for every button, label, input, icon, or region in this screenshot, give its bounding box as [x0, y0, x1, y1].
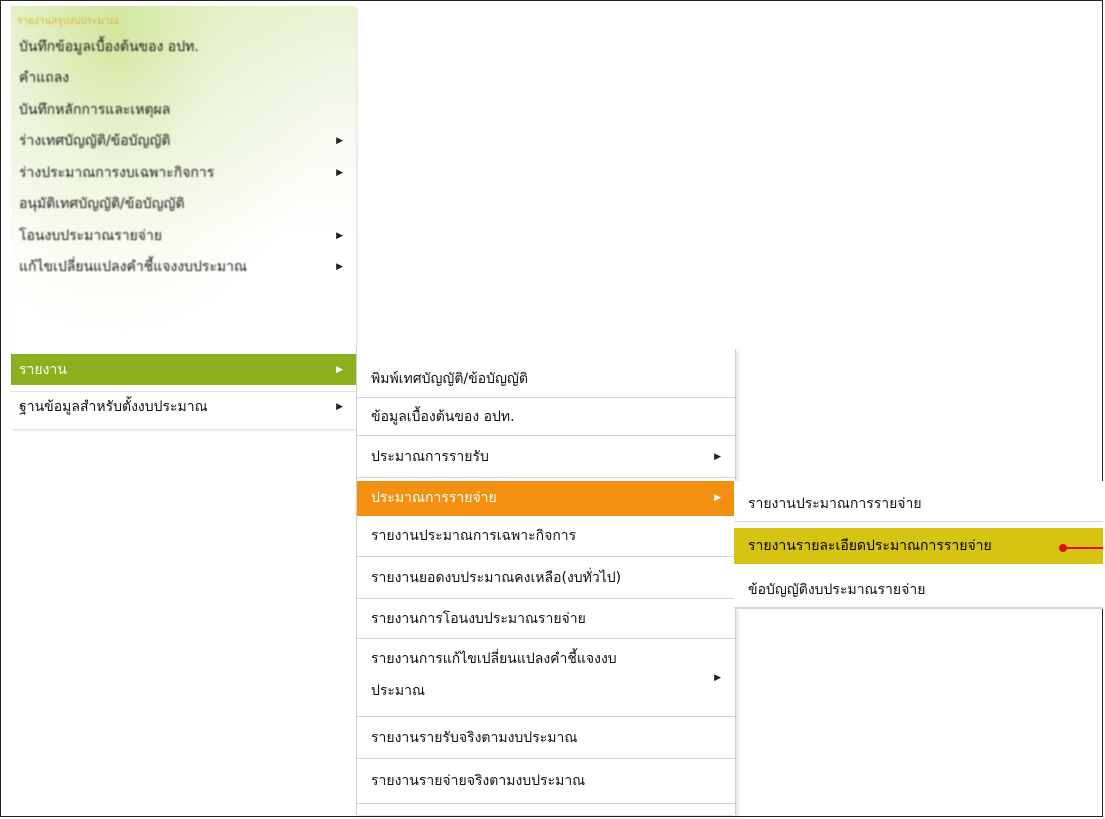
menu-item-label: บันทึกหลักการและเหตุผล: [19, 101, 171, 118]
reports-submenu: พิมพ์เทศบัญญัติ/ข้อบัญญัติ ข้อมูลเบื้องต…: [356, 349, 736, 815]
menu-item-label: บันทึกข้อมูลเบื้องต้นของ อปท.: [19, 38, 199, 55]
submenu-item-expense-ordinance[interactable]: ข้อบัญญัติงบประมาณรายจ่าย: [734, 572, 1103, 608]
menu-item-draft-special-budget[interactable]: ร่างประมาณการงบเฉพาะกิจการ ▶: [11, 157, 356, 188]
menu-item-initial-data[interactable]: บันทึกข้อมูลเบื้องต้นของ อปท.: [11, 31, 356, 62]
menu-item-label: อนุมัติเทศบัญญัติ/ข้อบัญญัติ: [19, 195, 185, 212]
submenu-arrow-icon: ▶: [336, 402, 343, 412]
submenu-item-initial-data[interactable]: ข้อมูลเบื้องต้นของ อปท.: [357, 398, 735, 436]
submenu-item-label: รายงานประมาณการเฉพาะกิจการ: [371, 528, 577, 544]
menu-header: รายงานสรุปงบประมาณ: [17, 16, 119, 27]
menu-item-draft-ordinance[interactable]: ร่างเทศบัญญัติ/ข้อบัญญัติ ▶: [11, 125, 356, 156]
submenu-item-amend-explanation-report[interactable]: รายงานการแก้ไขเปลี่ยนแปลงคำชี้แจงงบ ประม…: [357, 639, 735, 717]
submenu-item-label: ข้อมูลเบื้องต้นของ อปท.: [371, 408, 515, 425]
submenu-item-label: รายงานรายรับจริงตามงบประมาณ: [371, 729, 578, 746]
submenu-item-label: ประมาณการรายรับ: [371, 448, 489, 465]
menu-item-reports[interactable]: รายงาน ▶: [11, 354, 356, 385]
menu-item-amend-explanation[interactable]: แก้ไขเปลี่ยนแปลงคำชี้แจงงบประมาณ ▶: [11, 251, 356, 282]
menu-item-approve-ordinance[interactable]: อนุมัติเทศบัญญัติ/ข้อบัญญัติ: [11, 188, 356, 219]
menu-item-statement[interactable]: คำแถลง: [11, 62, 356, 93]
menu-item-principles[interactable]: บันทึกหลักการและเหตุผล: [11, 94, 356, 125]
menu-item-transfer-budget[interactable]: โอนงบประมาณรายจ่าย ▶: [11, 220, 356, 251]
submenu-item-expense-estimate-report[interactable]: รายงานประมาณการรายจ่าย: [734, 486, 1103, 522]
submenu-item-label: รายงานยอดงบประมาณคงเหลือ(งบทั่วไป): [371, 569, 622, 586]
menu-item-label: โอนงบประมาณรายจ่าย: [19, 227, 163, 244]
submenu-item-label: รายงานการแก้ไขเปลี่ยนแปลงคำชี้แจงงบ ประม…: [371, 643, 617, 707]
submenu-item-special-business-report[interactable]: รายงานประมาณการเฉพาะกิจการ: [357, 516, 735, 557]
submenu-item-expense-detail-report[interactable]: รายงานรายละเอียดประมาณการรายจ่าย: [734, 528, 1103, 564]
submenu-item-expense-estimate[interactable]: ประมาณการรายจ่าย ▶: [357, 481, 735, 516]
menu-item-budget-database[interactable]: ฐานข้อมูลสำหรับตั้งงบประมาณ ▶: [11, 391, 356, 422]
menu-item-label: ฐานข้อมูลสำหรับตั้งงบประมาณ: [19, 399, 208, 415]
submenu-arrow-icon: ▶: [336, 364, 343, 375]
submenu-item-transfer-report[interactable]: รายงานการโอนงบประมาณรายจ่าย: [357, 599, 735, 639]
submenu-arrow-icon: ▶: [714, 451, 721, 462]
menu-item-label: ร่างประมาณการงบเฉพาะกิจการ: [19, 164, 215, 181]
submenu-item-label: ข้อบัญญัติงบประมาณรายจ่าย: [748, 581, 926, 598]
submenu-item-label: รายงานรายละเอียดประมาณการรายจ่าย: [748, 537, 992, 554]
menu-item-label: คำแถลง: [19, 69, 70, 86]
submenu-item-label: ประมาณการรายจ่าย: [371, 490, 497, 506]
submenu-item-label: พิมพ์เทศบัญญัติ/ข้อบัญญัติ: [371, 371, 528, 387]
menu-item-label: ร่างเทศบัญญัติ/ข้อบัญญัติ: [19, 132, 171, 149]
submenu-arrow-icon: ▶: [336, 261, 343, 272]
submenu-arrow-icon: ▶: [714, 672, 721, 683]
submenu-item-remaining-budget-report[interactable]: รายงานยอดงบประมาณคงเหลือ(งบทั่วไป): [357, 557, 735, 599]
submenu-item-actual-expense-report[interactable]: รายงานรายจ่ายจริงตามงบประมาณ: [357, 759, 735, 804]
annotation-pointer-dot: [1059, 544, 1067, 552]
submenu-item-label: รายงานรายจ่ายจริงตามงบประมาณ: [371, 773, 586, 789]
submenu-arrow-icon: ▶: [336, 135, 343, 146]
submenu-item-label-line1: รายงานการแก้ไขเปลี่ยนแปลงคำชี้แจงงบ: [371, 651, 617, 667]
submenu-item-label: รายงานประมาณการรายจ่าย: [748, 495, 922, 512]
submenu-item-label: รายงานการโอนงบประมาณรายจ่าย: [371, 610, 586, 627]
expense-submenu: รายงานประมาณการรายจ่าย รายงานรายละเอียดป…: [734, 481, 1103, 609]
submenu-arrow-icon: ▶: [714, 493, 721, 503]
menu-item-label: แก้ไขเปลี่ยนแปลงคำชี้แจงงบประมาณ: [19, 258, 247, 275]
submenu-item-revenue-estimate[interactable]: ประมาณการรายรับ ▶: [357, 436, 735, 478]
submenu-item-print-ordinance[interactable]: พิมพ์เทศบัญญัติ/ข้อบัญญัติ: [357, 361, 735, 398]
menu-item-label: รายงาน: [19, 361, 67, 378]
submenu-item-actual-revenue-report[interactable]: รายงานรายรับจริงตามงบประมาณ: [357, 717, 735, 759]
main-menu: รายงานสรุปงบประมาณ บันทึกข้อมูลเบื้องต้น…: [11, 6, 356, 429]
submenu-item-label-line2: ประมาณ: [371, 683, 426, 699]
submenu-arrow-icon: ▶: [336, 230, 343, 241]
submenu-arrow-icon: ▶: [336, 167, 343, 178]
annotation-pointer-line: [1063, 547, 1103, 549]
